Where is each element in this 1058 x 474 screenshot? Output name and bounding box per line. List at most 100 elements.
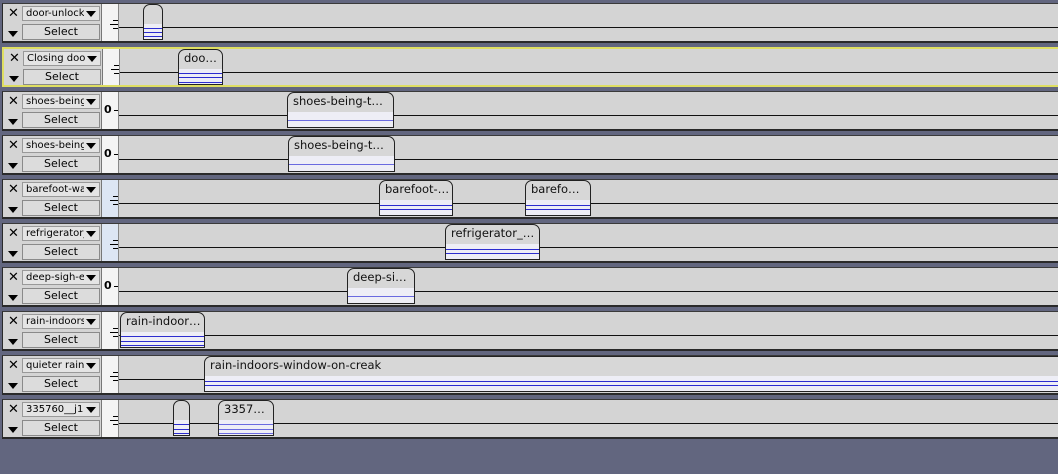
select-button[interactable]: Select [23,69,101,85]
track-timeline: deep-si… [119,268,1058,305]
audio-clip[interactable] [173,400,190,436]
close-icon[interactable]: ✕ [6,270,21,285]
waveform-line [288,120,393,121]
collapse-track-button[interactable] [6,425,21,435]
select-button[interactable]: Select [22,288,100,304]
close-icon[interactable]: ✕ [7,51,22,66]
track-name: shoes-being [26,96,84,107]
chevron-down-icon [86,231,96,237]
track-timeline: doo… [120,49,1058,85]
select-button[interactable]: Select [22,376,100,392]
waveform-line [526,205,590,206]
waveform-line [205,385,1058,386]
audio-clip[interactable]: refrigerator_… [445,224,540,260]
vu-meter [102,356,119,393]
audio-clip[interactable]: rain-indoors-window-on-creak [204,356,1058,392]
track-name-dropdown[interactable]: rain-indoors- [22,314,100,329]
track-name-dropdown[interactable]: shoes-being [22,94,100,109]
collapse-track-button[interactable] [6,205,21,215]
collapse-track-button[interactable] [6,293,21,303]
audio-clip[interactable] [143,4,163,40]
clip-label: deep-si… [353,270,407,284]
waveform-line [526,209,590,210]
close-icon[interactable]: ✕ [6,226,21,241]
track-name-dropdown[interactable]: 335760__j19 [22,402,100,417]
vu-tick [114,73,119,74]
select-button[interactable]: Select [22,244,100,260]
close-icon[interactable]: ✕ [6,6,21,21]
chevron-down-icon [86,363,96,369]
collapse-track-button[interactable] [6,381,21,391]
track: ✕ shoes-being Select 0 shoes-being-t… [2,91,1058,131]
select-button[interactable]: Select [22,156,100,172]
select-button[interactable]: Select [22,24,100,40]
track-timeline: rain-indoors-window-on-creak [119,356,1058,393]
collapse-track-button[interactable] [6,29,21,39]
track-timeline: 3357… [119,400,1058,437]
track: ✕ deep-sigh-e Select 0 deep-si… [2,267,1058,307]
waveform-line [179,73,222,74]
clip-label: rain-indoors-window-on-creak [210,358,382,372]
waveform-line [380,215,452,216]
timeline-baseline [119,247,1058,248]
audio-clip[interactable]: shoes-being-t… [288,136,395,172]
waveform-line [174,433,189,434]
track-name-dropdown[interactable]: deep-sigh-e [22,270,100,285]
audio-clip[interactable]: barefoot-… [379,180,453,216]
collapse-track-button[interactable] [6,337,21,347]
audio-clip[interactable]: rain-indoor… [120,312,205,348]
vu-meter: 0 [102,268,119,305]
collapse-track-button[interactable] [7,74,22,84]
track-name-dropdown[interactable]: door-unlock [22,6,100,21]
select-button[interactable]: Select [22,332,100,348]
triangle-down-icon [8,339,18,345]
clip-waveform [144,24,162,39]
track-name: rain-indoors- [26,316,84,327]
select-button[interactable]: Select [22,200,100,216]
close-icon[interactable]: ✕ [6,358,21,373]
track: ✕ quieter rain Select rain-indoors-window-o… [2,355,1058,395]
triangle-down-icon [8,163,18,169]
collapse-track-button[interactable] [6,161,21,171]
collapse-track-button[interactable] [6,249,21,259]
chevron-down-icon [86,187,96,193]
track-name: quieter rain [26,360,84,371]
vu-meter [103,49,120,85]
audio-clip[interactable]: barefo… [525,180,591,216]
audio-clip[interactable]: doo… [178,49,223,85]
audio-clip[interactable]: deep-si… [347,268,415,304]
close-icon[interactable]: ✕ [6,402,21,417]
close-icon[interactable]: ✕ [6,138,21,153]
vu-tick [113,328,118,329]
triangle-down-icon [8,383,18,389]
clip-label: 3357… [224,402,265,416]
close-icon[interactable]: ✕ [6,314,21,329]
clip-label: refrigerator_… [451,226,535,240]
chevron-down-icon [87,56,97,62]
clip-waveform [526,200,590,215]
close-icon[interactable]: ✕ [6,182,21,197]
track-name-dropdown[interactable]: shoes-being [22,138,100,153]
waveform-line [526,215,590,216]
audio-clip[interactable]: 3357… [218,400,274,436]
vu-tick [113,204,118,205]
timeline-baseline [119,115,1058,116]
select-button[interactable]: Select [22,112,100,128]
waveform-line [446,253,539,254]
select-button[interactable]: Select [22,420,100,436]
vu-tick [114,286,118,287]
collapse-track-button[interactable] [6,117,21,127]
track-name-dropdown[interactable]: Closing door [23,51,101,66]
track-name-dropdown[interactable]: quieter rain [22,358,100,373]
clip-label: doo… [184,51,217,65]
track-name-dropdown[interactable]: refrigerator_ [22,226,100,241]
track-control-panel: ✕ shoes-being Select [3,136,102,173]
clip-waveform [179,69,222,84]
audio-clip[interactable]: shoes-being-t… [287,92,394,128]
clip-waveform [380,200,452,215]
track: ✕ shoes-being Select 0 shoes-being-t… [2,135,1058,175]
close-icon[interactable]: ✕ [6,94,21,109]
track-name-dropdown[interactable]: barefoot-wa [22,182,100,197]
waveform-line [121,341,204,342]
chevron-down-icon [86,143,96,149]
